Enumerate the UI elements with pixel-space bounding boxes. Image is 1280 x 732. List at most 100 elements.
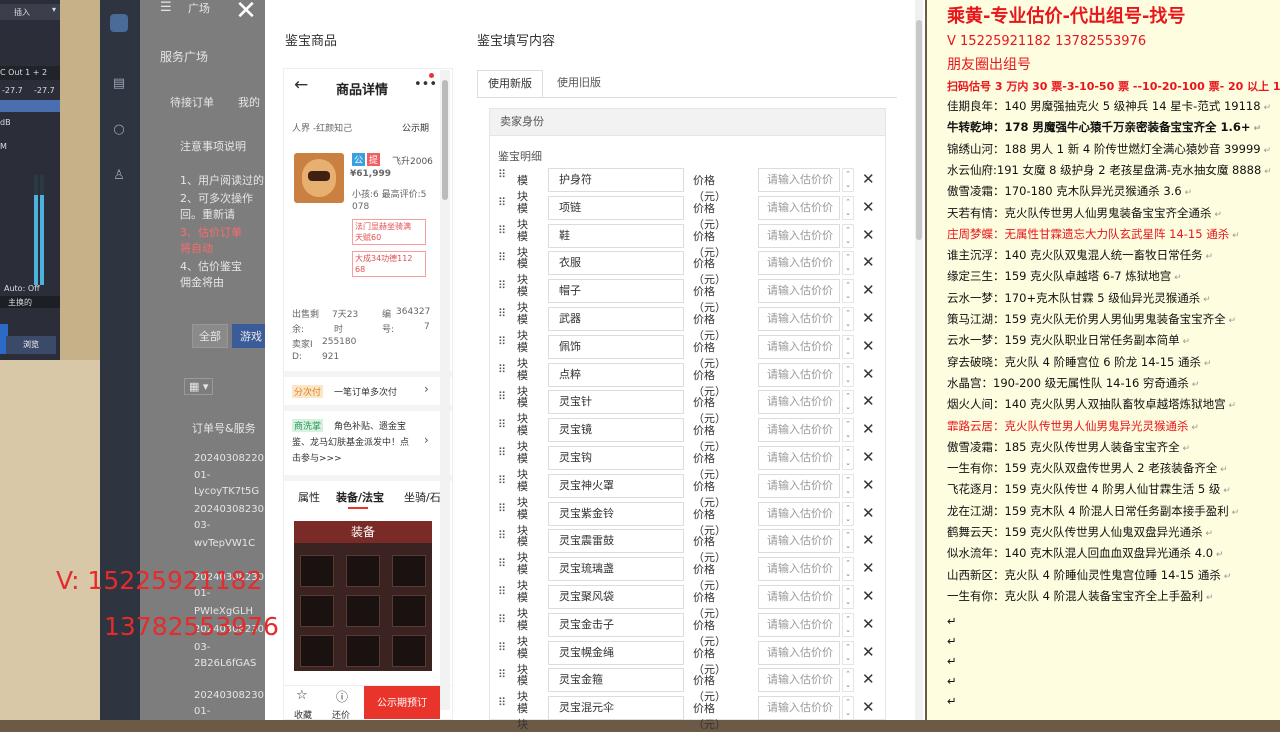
tab-pending-orders[interactable]: 待接订单 xyxy=(170,94,214,110)
stepper-icon[interactable]: ⌃ ⌄ xyxy=(842,307,854,331)
order-id[interactable]: 20240308230 xyxy=(194,690,264,701)
close-icon[interactable]: ✕ xyxy=(862,503,875,523)
browse-button[interactable]: 浏览 xyxy=(6,336,56,354)
module-name-field[interactable]: 灵宝幌金绳 xyxy=(548,640,684,665)
tab-equipment[interactable]: 装备/法宝 xyxy=(336,489,384,505)
close-icon[interactable]: ✕ xyxy=(862,642,875,662)
drag-handle-icon[interactable]: ⠿ xyxy=(498,447,510,465)
chevron-right-icon[interactable]: › xyxy=(424,433,429,447)
stepper-icon[interactable]: ⌃ ⌄ xyxy=(842,251,854,276)
drag-handle-icon[interactable]: ⠿ xyxy=(498,586,510,604)
equipment-slot[interactable] xyxy=(300,635,334,667)
order-id[interactable]: 20240308230 xyxy=(194,504,264,515)
grid-view-icon[interactable]: ▦ ▾ xyxy=(184,378,214,395)
preview-scrollbar[interactable] xyxy=(440,70,450,710)
tab-old-version[interactable]: 使用旧版 xyxy=(547,70,611,98)
close-icon[interactable]: ✕ xyxy=(862,558,875,578)
close-icon[interactable]: ✕ xyxy=(862,252,875,272)
price-input[interactable]: 请输入估价价 xyxy=(758,334,840,359)
module-name-field[interactable]: 项链 xyxy=(548,195,684,220)
equipment-slot[interactable] xyxy=(392,555,426,587)
module-name-field[interactable]: 鞋 xyxy=(548,223,684,248)
close-icon[interactable]: ✕ xyxy=(862,586,875,606)
price-input[interactable]: 请输入估价价 xyxy=(758,168,840,192)
stepper-icon[interactable]: ⌃ ⌄ xyxy=(842,612,854,637)
module-name-field[interactable]: 灵宝金箍 xyxy=(548,668,684,693)
document-icon[interactable]: ▤ xyxy=(110,76,128,94)
bargain-label[interactable]: 还价 xyxy=(332,708,350,719)
price-input[interactable]: 请输入估价价 xyxy=(758,307,840,331)
stepper-icon[interactable]: ⌃ ⌄ xyxy=(842,668,854,693)
module-name-field[interactable]: 灵宝钩 xyxy=(548,446,684,470)
price-input[interactable]: 请输入估价价 xyxy=(758,418,840,443)
close-icon[interactable]: ✕ xyxy=(232,0,260,24)
close-icon[interactable]: ✕ xyxy=(862,419,875,439)
order-id[interactable]: 20240308220 xyxy=(194,453,264,464)
module-name-field[interactable]: 护身符 xyxy=(548,168,684,192)
search-icon[interactable]: ○ xyxy=(110,122,128,140)
stepper-icon[interactable]: ⌃ ⌄ xyxy=(842,696,854,721)
insert-row[interactable]: 插入 ▾ xyxy=(0,4,60,20)
close-icon[interactable]: ✕ xyxy=(862,530,875,550)
price-input[interactable]: 请输入估价价 xyxy=(758,390,840,415)
stepper-icon[interactable]: ⌃ ⌄ xyxy=(842,585,854,609)
drag-handle-icon[interactable]: ⠿ xyxy=(498,336,510,354)
close-icon[interactable]: ✕ xyxy=(862,225,875,245)
stepper-icon[interactable]: ⌃ ⌄ xyxy=(842,529,854,554)
drag-handle-icon[interactable]: ⠿ xyxy=(498,419,510,437)
module-name-field[interactable]: 灵宝神火罩 xyxy=(548,473,684,498)
module-name-field[interactable]: 佩饰 xyxy=(548,334,684,359)
stepper-icon[interactable]: ⌃ ⌄ xyxy=(842,390,854,415)
stepper-icon[interactable]: ⌃ ⌄ xyxy=(842,501,854,526)
tab-attributes[interactable]: 属性 xyxy=(298,489,320,505)
module-name-field[interactable]: 帽子 xyxy=(548,279,684,304)
equipment-slot[interactable] xyxy=(346,635,380,667)
stepper-icon[interactable]: ⌃ ⌄ xyxy=(842,334,854,359)
stepper-icon[interactable]: ⌃ ⌄ xyxy=(842,168,854,192)
close-icon[interactable]: ✕ xyxy=(862,614,875,634)
module-name-field[interactable]: 灵宝镜 xyxy=(548,418,684,443)
price-input[interactable]: 请输入估价价 xyxy=(758,557,840,582)
price-input[interactable]: 请输入估价价 xyxy=(758,362,840,387)
price-input[interactable]: 请输入估价价 xyxy=(758,279,840,304)
drag-handle-icon[interactable]: ⠿ xyxy=(498,669,510,687)
stepper-icon[interactable]: ⌃ ⌄ xyxy=(842,362,854,387)
chevron-right-icon[interactable]: › xyxy=(424,382,429,396)
close-icon[interactable]: ✕ xyxy=(862,364,875,384)
price-input[interactable]: 请输入估价价 xyxy=(758,529,840,554)
menu-icon[interactable]: ☰ xyxy=(160,0,172,15)
close-icon[interactable]: ✕ xyxy=(862,697,875,717)
equipment-slot[interactable] xyxy=(300,555,334,587)
module-name-field[interactable]: 武器 xyxy=(548,307,684,331)
modal-scrollbar[interactable] xyxy=(915,0,923,720)
price-input[interactable]: 请输入估价价 xyxy=(758,251,840,276)
drag-handle-icon[interactable]: ⠿ xyxy=(498,558,510,576)
close-icon[interactable]: ✕ xyxy=(862,169,875,189)
close-icon[interactable]: ✕ xyxy=(862,336,875,356)
drag-handle-icon[interactable]: ⠿ xyxy=(498,169,510,187)
price-input[interactable]: 请输入估价价 xyxy=(758,612,840,637)
price-input[interactable]: 请输入估价价 xyxy=(758,668,840,693)
reserve-button[interactable]: 公示期预订 xyxy=(364,686,440,719)
price-input[interactable]: 请输入估价价 xyxy=(758,446,840,470)
stereo-toggle[interactable] xyxy=(0,100,60,112)
bargain-icon[interactable]: ⓘ xyxy=(336,688,348,705)
filter-all-button[interactable]: 全部 xyxy=(192,324,228,348)
price-input[interactable]: 请输入估价价 xyxy=(758,473,840,498)
stepper-icon[interactable]: ⌃ ⌄ xyxy=(842,279,854,304)
user-icon[interactable]: ♙ xyxy=(110,168,128,186)
price-input[interactable]: 请输入估价价 xyxy=(758,696,840,721)
close-icon[interactable]: ✕ xyxy=(862,391,875,411)
drag-handle-icon[interactable]: ⠿ xyxy=(498,308,510,326)
stepper-icon[interactable]: ⌃ ⌄ xyxy=(842,473,854,498)
price-input[interactable]: 请输入估价价 xyxy=(758,195,840,220)
drag-handle-icon[interactable]: ⠿ xyxy=(498,197,510,215)
price-input[interactable]: 请输入估价价 xyxy=(758,585,840,609)
drag-handle-icon[interactable]: ⠿ xyxy=(498,225,510,243)
drag-handle-icon[interactable]: ⠿ xyxy=(498,642,510,660)
promo-link[interactable]: 击参与>>> xyxy=(292,451,342,464)
price-input[interactable]: 请输入估价价 xyxy=(758,640,840,665)
close-icon[interactable]: ✕ xyxy=(862,280,875,300)
stepper-icon[interactable]: ⌃ ⌄ xyxy=(842,640,854,665)
more-icon[interactable]: ••• xyxy=(414,77,437,92)
